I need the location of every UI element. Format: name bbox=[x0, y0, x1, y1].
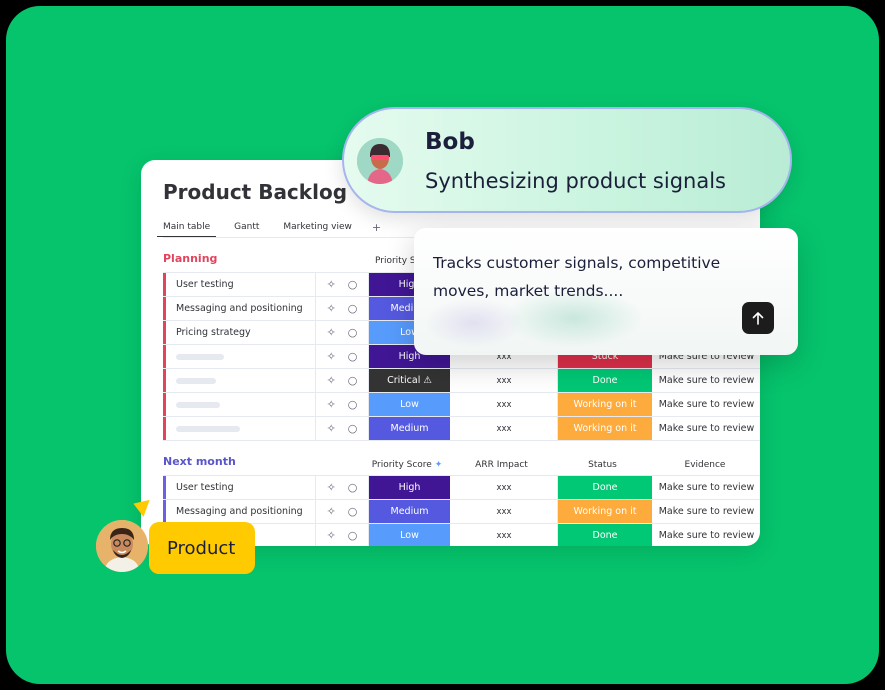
name-placeholder bbox=[176, 401, 220, 408]
comment-icon[interactable]: ○ bbox=[348, 529, 358, 542]
row-actions: ✧ ○ bbox=[316, 500, 369, 523]
row-actions: ✧ ○ bbox=[316, 476, 369, 499]
name-placeholder bbox=[176, 377, 216, 384]
board-title: Product Backlog bbox=[163, 180, 348, 204]
comment-icon[interactable]: ○ bbox=[348, 481, 358, 494]
ai-sparkle-icon[interactable]: ✧ bbox=[327, 422, 336, 435]
comment-icon[interactable]: ○ bbox=[348, 302, 358, 315]
status-cell[interactable]: Done bbox=[558, 476, 653, 499]
arr-cell[interactable]: xxx bbox=[451, 476, 558, 499]
status-cell[interactable]: Done bbox=[558, 524, 653, 546]
priority-cell[interactable]: Medium bbox=[369, 500, 451, 523]
comment-icon[interactable]: ○ bbox=[348, 278, 358, 291]
priority-cell[interactable]: Low bbox=[369, 524, 451, 546]
column-header-priority-label: Priority Score bbox=[371, 460, 432, 470]
arr-cell[interactable]: xxx bbox=[451, 417, 558, 440]
priority-cell[interactable]: Low bbox=[369, 393, 451, 416]
ai-sparkle-icon[interactable]: ✧ bbox=[327, 350, 336, 363]
group-title-planning[interactable]: Planning bbox=[163, 252, 217, 265]
sparkle-icon: ✦ bbox=[434, 460, 443, 470]
comment-icon[interactable]: ○ bbox=[348, 422, 358, 435]
comment-icon[interactable]: ○ bbox=[348, 505, 358, 518]
name-placeholder bbox=[176, 353, 224, 360]
send-button[interactable] bbox=[742, 302, 774, 334]
priority-label: Critical ⚠ bbox=[387, 375, 432, 386]
ai-sparkle-icon[interactable]: ✧ bbox=[327, 326, 336, 339]
agent-avatar bbox=[357, 138, 403, 184]
evidence-cell[interactable]: Make sure to review bbox=[653, 476, 760, 499]
evidence-cell[interactable]: Make sure to review bbox=[653, 369, 760, 392]
status-cell[interactable]: Working on it bbox=[558, 393, 653, 416]
priority-cell[interactable]: High bbox=[369, 476, 451, 499]
table-row[interactable]: ✧ ○ Medium xxx Working on it Make sure to rev… bbox=[163, 417, 760, 441]
agent-card[interactable]: Bob Synthesizing product signals bbox=[342, 107, 792, 213]
arr-cell[interactable]: xxx bbox=[451, 393, 558, 416]
row-actions: ✧ ○ bbox=[316, 273, 369, 296]
status-cell[interactable]: Working on it bbox=[558, 500, 653, 523]
comment-icon[interactable]: ○ bbox=[348, 374, 358, 387]
tab-marketing-view[interactable]: Marketing view bbox=[277, 222, 357, 237]
row-actions: ✧ ○ bbox=[316, 345, 369, 368]
evidence-cell[interactable]: Make sure to review bbox=[653, 524, 760, 546]
priority-cell[interactable]: Medium bbox=[369, 417, 451, 440]
status-cell[interactable]: Working on it bbox=[558, 417, 653, 440]
add-view-button[interactable]: + bbox=[372, 222, 381, 237]
item-name[interactable] bbox=[166, 393, 316, 416]
prompt-text[interactable]: Tracks customer signals, competitive mov… bbox=[433, 249, 773, 305]
ai-sparkle-icon[interactable]: ✧ bbox=[327, 505, 336, 518]
item-name[interactable] bbox=[166, 417, 316, 440]
arr-cell[interactable]: xxx bbox=[451, 524, 558, 546]
arr-cell[interactable]: xxx bbox=[451, 500, 558, 523]
arrow-up-icon bbox=[752, 312, 764, 325]
row-actions: ✧ ○ bbox=[316, 321, 369, 344]
group-title-next-month[interactable]: Next month bbox=[163, 455, 236, 468]
item-name[interactable]: User testing bbox=[166, 273, 316, 296]
row-actions: ✧ ○ bbox=[316, 369, 369, 392]
ai-sparkle-icon[interactable]: ✧ bbox=[327, 481, 336, 494]
view-tabs: Main table Gantt Marketing view + bbox=[157, 222, 381, 237]
frame: Product Backlog Main table Gantt Marketi… bbox=[0, 0, 885, 690]
comment-icon[interactable]: ○ bbox=[348, 350, 358, 363]
item-name[interactable]: User testing bbox=[166, 476, 316, 499]
row-actions: ✧ ○ bbox=[316, 524, 369, 546]
row-actions: ✧ ○ bbox=[316, 417, 369, 440]
column-header-arr[interactable]: ARR Impact bbox=[448, 460, 555, 470]
column-header-status[interactable]: Status bbox=[555, 460, 650, 470]
ai-sparkle-icon[interactable]: ✧ bbox=[327, 302, 336, 315]
table-row[interactable]: Messaging and positioning ✧ ○ Medium xxx Work… bbox=[163, 500, 760, 524]
user-tag-label: Product bbox=[167, 538, 236, 559]
agent-status: Synthesizing product signals bbox=[425, 169, 726, 193]
evidence-cell[interactable]: Make sure to review bbox=[653, 417, 760, 440]
evidence-cell[interactable]: Make sure to review bbox=[653, 393, 760, 416]
status-cell[interactable]: Done bbox=[558, 369, 653, 392]
agent-name: Bob bbox=[425, 129, 475, 155]
name-placeholder bbox=[176, 425, 240, 432]
comment-icon[interactable]: ○ bbox=[348, 326, 358, 339]
ai-sparkle-icon[interactable]: ✧ bbox=[327, 374, 336, 387]
priority-cell[interactable]: Critical ⚠ bbox=[369, 369, 451, 392]
tab-main-table[interactable]: Main table bbox=[157, 222, 217, 237]
item-name[interactable]: Pricing strategy bbox=[166, 321, 316, 344]
user-avatar bbox=[96, 520, 148, 572]
column-header-evidence[interactable]: Evidence bbox=[650, 460, 760, 470]
ai-sparkle-icon[interactable]: ✧ bbox=[327, 529, 336, 542]
arr-cell[interactable]: xxx bbox=[451, 369, 558, 392]
row-actions: ✧ ○ bbox=[316, 297, 369, 320]
evidence-cell[interactable]: Make sure to review bbox=[653, 500, 760, 523]
item-name[interactable] bbox=[166, 345, 316, 368]
table-row[interactable]: User testing ✧ ○ High xxx Done Make sure to re… bbox=[163, 476, 760, 500]
ai-sparkle-icon[interactable]: ✧ bbox=[327, 278, 336, 291]
item-name[interactable] bbox=[166, 369, 316, 392]
column-header-priority-score[interactable]: Priority Score ✦ bbox=[366, 460, 448, 470]
table-row[interactable]: ✧ ○ Low xxx Working on it Make sure to review bbox=[163, 393, 760, 417]
comment-icon[interactable]: ○ bbox=[348, 398, 358, 411]
item-name[interactable]: Messaging and positioning bbox=[166, 500, 316, 523]
item-name[interactable]: Messaging and positioning bbox=[166, 297, 316, 320]
row-actions: ✧ ○ bbox=[316, 393, 369, 416]
table-row[interactable]: ✧ ○ Critical ⚠ xxx Done Make sure to review bbox=[163, 369, 760, 393]
prompt-popup: Tracks customer signals, competitive mov… bbox=[414, 228, 798, 355]
ai-sparkle-icon[interactable]: ✧ bbox=[327, 398, 336, 411]
tab-gantt[interactable]: Gantt bbox=[228, 222, 265, 237]
